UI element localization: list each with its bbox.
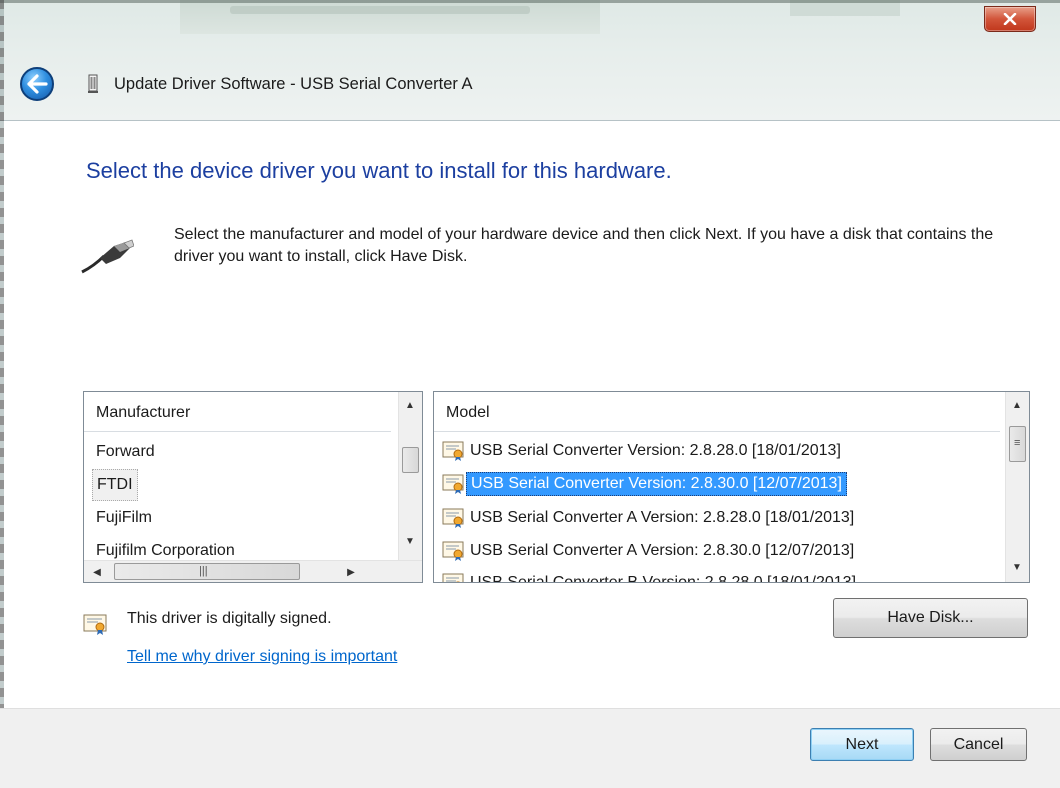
cancel-button[interactable]: Cancel: [930, 728, 1027, 761]
certificate-icon: [442, 541, 464, 561]
model-item[interactable]: USB Serial Converter A Version: 2.8.30.0…: [442, 535, 858, 567]
scroll-up-arrow-icon[interactable]: ▲: [399, 394, 421, 416]
model-vertical-scroll-thumb[interactable]: ≡: [1009, 426, 1026, 462]
driver-signing-link[interactable]: Tell me why driver signing is important: [127, 648, 397, 666]
certificate-icon: [83, 614, 107, 635]
manufacturer-vertical-scroll-thumb[interactable]: [402, 447, 419, 473]
instructions-text: Select the manufacturer and model of you…: [174, 226, 994, 265]
model-item-label: USB Serial Converter A Version: 2.8.30.0…: [470, 542, 855, 559]
title-bar: [0, 0, 1060, 121]
manufacturer-horizontal-scrollbar[interactable]: ◀ ||| ▶: [84, 560, 422, 582]
scroll-down-arrow-icon[interactable]: ▼: [1006, 556, 1028, 578]
manufacturer-item-fujifilm[interactable]: FujiFilm: [96, 502, 152, 534]
usb-plug-icon: [81, 239, 134, 274]
scroll-down-arrow-icon[interactable]: ▼: [399, 530, 421, 552]
page-heading: Select the device driver you want to ins…: [86, 158, 672, 183]
model-item-label: USB Serial Converter B Version: 2.8.28.0…: [470, 574, 857, 583]
scroll-left-arrow-icon[interactable]: ◀: [86, 561, 108, 582]
back-button[interactable]: [20, 67, 54, 101]
model-item-label: USB Serial Converter Version: 2.8.28.0 […: [470, 442, 841, 459]
manufacturer-item-forward[interactable]: Forward: [96, 436, 155, 468]
model-item-label: USB Serial Converter A Version: 2.8.28.0…: [470, 509, 855, 526]
manufacturer-vertical-scrollbar[interactable]: ▲ ▼: [398, 392, 422, 560]
window-title: Update Driver Software - USB Serial Conv…: [114, 75, 473, 93]
scroll-grip-icon: |||: [199, 565, 208, 577]
model-column-header[interactable]: Model: [434, 392, 1000, 432]
model-item-label: USB Serial Converter Version: 2.8.30.0 […: [466, 472, 847, 496]
model-item[interactable]: USB Serial Converter B Version: 2.8.28.0…: [442, 567, 860, 583]
model-item-selected[interactable]: USB Serial Converter Version: 2.8.30.0 […: [442, 468, 847, 500]
usb-device-icon: [88, 74, 98, 93]
model-vertical-scrollbar[interactable]: ▲ ≡ ▼: [1005, 392, 1029, 582]
manufacturer-item-ftdi[interactable]: FTDI: [92, 469, 138, 501]
window-left-edge: [0, 0, 4, 787]
window-top-edge: [0, 0, 1060, 3]
signing-status-text: This driver is digitally signed.: [127, 610, 332, 627]
certificate-icon: [442, 441, 464, 461]
have-disk-button[interactable]: Have Disk...: [833, 598, 1028, 638]
certificate-icon: [442, 573, 464, 582]
manufacturer-column-header[interactable]: Manufacturer: [84, 392, 391, 432]
manufacturer-list[interactable]: Manufacturer Forward FTDI FujiFilm Fujif…: [83, 391, 423, 583]
background-window-title: [230, 6, 530, 14]
scroll-up-arrow-icon[interactable]: ▲: [1006, 394, 1028, 416]
certificate-icon: [442, 508, 464, 528]
manufacturer-horizontal-scroll-thumb[interactable]: |||: [114, 563, 300, 580]
close-button[interactable]: [984, 6, 1036, 32]
model-item[interactable]: USB Serial Converter Version: 2.8.28.0 […: [442, 435, 845, 467]
scroll-grip-icon: ≡: [1014, 437, 1021, 449]
back-arrow-icon: [27, 74, 48, 94]
close-icon: [1003, 13, 1017, 25]
scroll-right-arrow-icon[interactable]: ▶: [340, 561, 362, 582]
model-list[interactable]: Model USB Serial Converter Version: 2.8.…: [433, 391, 1030, 583]
certificate-icon: [442, 474, 464, 494]
next-button[interactable]: Next: [810, 728, 914, 761]
model-item[interactable]: USB Serial Converter A Version: 2.8.28.0…: [442, 502, 858, 534]
